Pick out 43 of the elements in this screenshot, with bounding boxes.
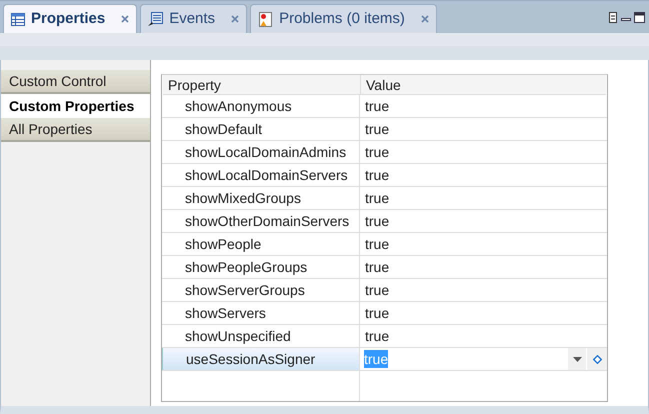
menu-icon[interactable]: [608, 11, 618, 23]
property-cell[interactable]: showUnspecified: [162, 325, 360, 347]
property-cell[interactable]: showLocalDomainServers: [162, 164, 360, 186]
value-cell-text: true: [364, 281, 390, 300]
property-cell[interactable]: showServers: [162, 302, 360, 324]
value-cell-text: true: [364, 120, 390, 139]
diamond-icon: [592, 354, 602, 364]
value-cell-text: true: [364, 189, 390, 208]
binding-button[interactable]: [587, 348, 607, 370]
property-cell[interactable]: showPeople: [162, 233, 360, 255]
property-cell[interactable]: showPeopleGroups: [162, 256, 360, 278]
document-icon: [148, 12, 164, 26]
column-header[interactable]: Value: [361, 75, 606, 94]
value-cell-text: true: [364, 327, 390, 346]
sidebar-tab[interactable]: Custom Properties: [1, 94, 150, 118]
property-cell[interactable]: showOtherDomainServers: [162, 210, 360, 232]
sidebar-tab[interactable]: All Properties: [1, 118, 150, 142]
caret-icon: [572, 356, 582, 362]
property-cell[interactable]: showServerGroups: [162, 279, 360, 301]
value-cell-text: true: [364, 212, 390, 231]
table-icon: [11, 12, 25, 26]
value-cell-text: true: [364, 235, 390, 254]
value-cell-text: true: [364, 258, 390, 277]
view-tab[interactable]: Properties: [3, 4, 138, 33]
close-icon[interactable]: [231, 15, 240, 23]
maximize-icon[interactable]: [634, 12, 645, 22]
property-cell[interactable]: showAnonymous: [162, 95, 360, 117]
column-header[interactable]: Property: [163, 75, 361, 94]
value-cell-text: true: [364, 97, 390, 116]
close-icon[interactable]: [420, 15, 429, 23]
property-cell[interactable]: useSessionAsSigner: [162, 348, 360, 370]
value-cell-text: true: [364, 143, 390, 162]
close-icon[interactable]: [121, 15, 130, 23]
view-tab[interactable]: Problems (0 items): [250, 4, 437, 33]
value-cell-text: true: [364, 304, 390, 323]
property-cell[interactable]: showDefault: [162, 118, 360, 140]
property-cell[interactable]: showLocalDomainAdmins: [162, 141, 360, 163]
sidebar-tab[interactable]: Custom Control: [1, 70, 150, 94]
dropdown-button[interactable]: [568, 348, 587, 370]
view-tab[interactable]: Events: [140, 4, 248, 33]
value-cell-text: true: [364, 166, 390, 185]
value-text: true: [364, 350, 388, 368]
property-cell[interactable]: showMixedGroups: [162, 187, 360, 209]
